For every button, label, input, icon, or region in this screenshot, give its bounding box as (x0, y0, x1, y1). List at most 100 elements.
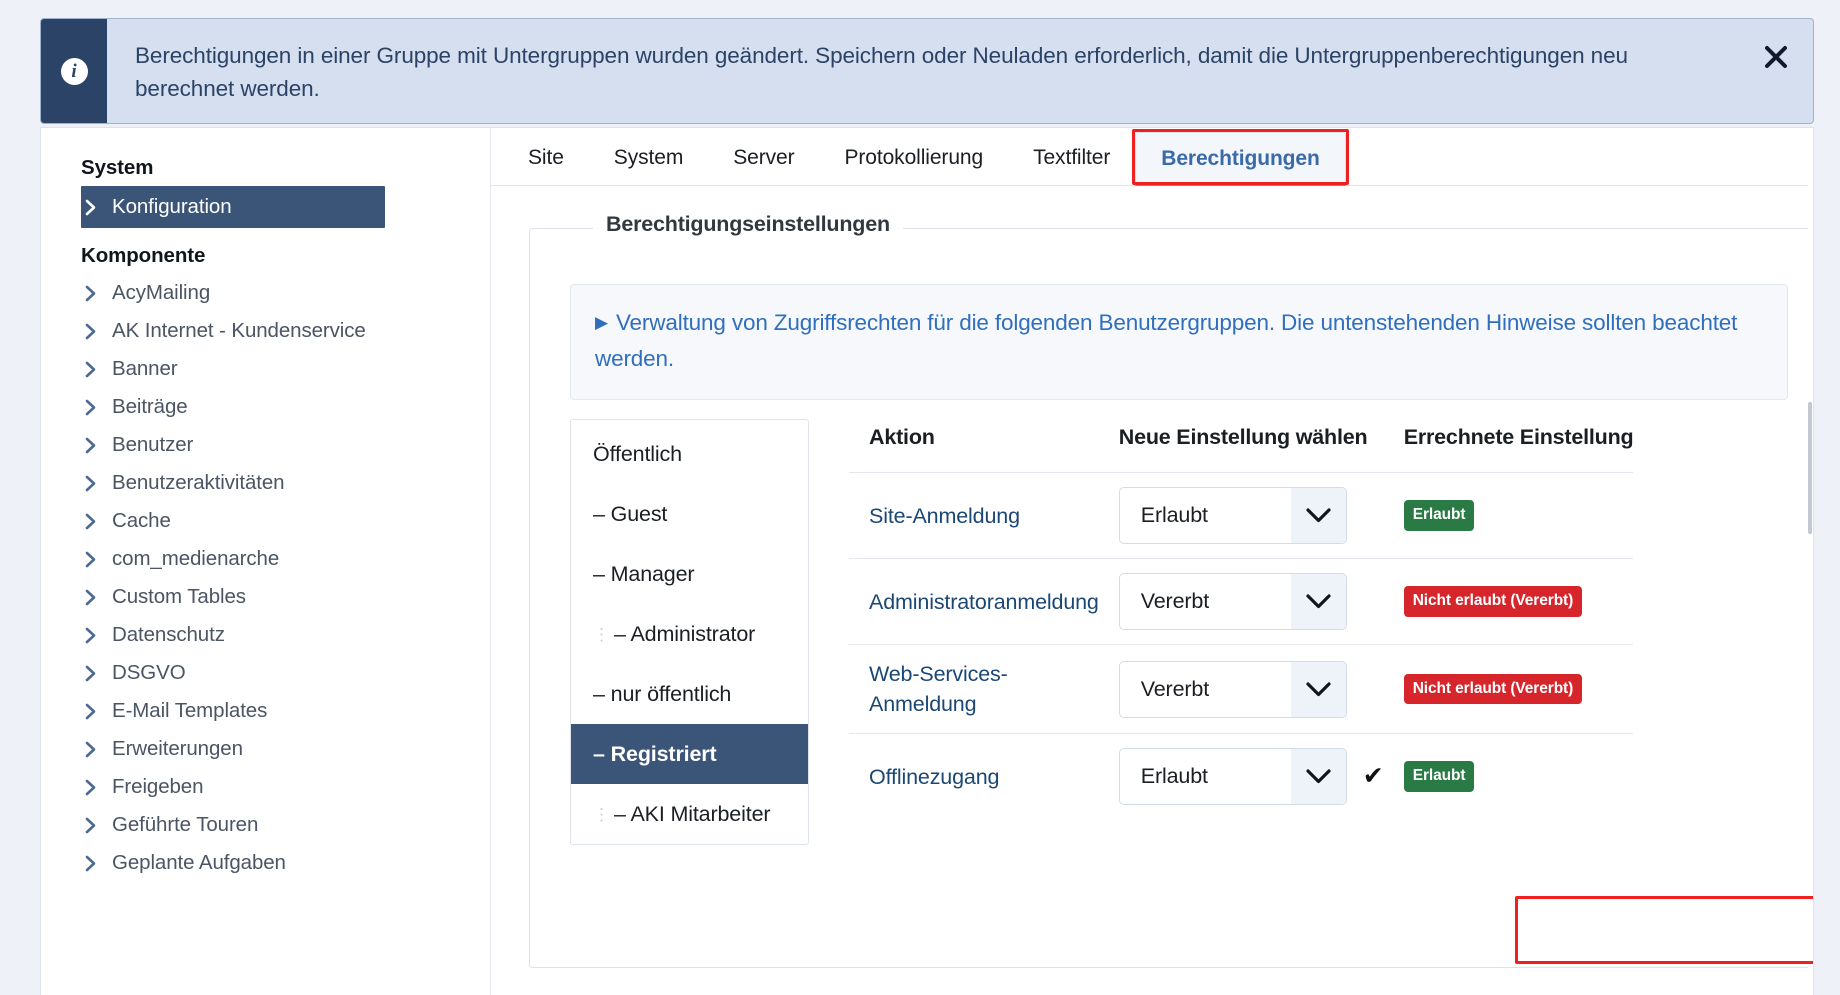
status-badge: Nicht erlaubt (Vererbt) (1404, 586, 1582, 617)
sidebar-item-benutzer[interactable]: Benutzer (41, 426, 490, 464)
action-label: Site-Anmeldung (849, 473, 1099, 559)
chevron-down-icon[interactable] (1291, 662, 1346, 717)
sidebar-item-konfiguration[interactable]: Konfiguration (81, 186, 385, 228)
sidebar-item-beitr-ge[interactable]: Beiträge (41, 388, 490, 426)
tab-label: System (614, 146, 683, 169)
tab-system[interactable]: System (589, 146, 708, 185)
scrollbar-thumb[interactable] (1808, 402, 1812, 534)
chevron-right-icon (85, 322, 99, 340)
drag-handle-icon[interactable]: ⋮ (593, 626, 607, 643)
actions-table-wrapper: Aktion Neue Einstellung wählen Errechnet… (809, 419, 1813, 845)
permissions-table: Aktion Neue Einstellung wählen Errechnet… (849, 419, 1633, 819)
chevron-right-icon (85, 588, 99, 606)
info-icon: i (61, 58, 88, 85)
table-row: Administratoranmeldung Vererbt Nicht erlau… (849, 559, 1633, 645)
page-left-gutter (0, 0, 40, 995)
calculated-setting-cell: Nicht erlaubt (Vererbt) (1384, 645, 1634, 734)
setting-control-wrap: Erlaubt ✔ (1119, 748, 1384, 805)
calculated-setting-cell: Erlaubt (1384, 734, 1634, 820)
sidebar-navigation: System Konfiguration Komponente AcyMaili… (41, 128, 491, 995)
alert-message: Berechtigungen in einer Gruppe mit Unter… (107, 19, 1739, 123)
chevron-down-icon[interactable] (1291, 488, 1346, 543)
main-card: System Konfiguration Komponente AcyMaili… (40, 127, 1814, 995)
sidebar-item-benutzeraktivit-ten[interactable]: Benutzeraktivitäten (41, 464, 490, 502)
tab-berechtigungen[interactable]: Berechtigungen (1135, 132, 1345, 186)
table-row: Site-Anmeldung Erlaubt Erlaubt (849, 473, 1633, 559)
sidebar-item-erweiterungen[interactable]: Erweiterungen (41, 730, 490, 768)
alert-icon-column: i (41, 19, 107, 123)
sidebar-component-list: AcyMailing AK Internet - KundenserviceBan… (41, 274, 490, 882)
sidebar-item-label: AcyMailing (112, 281, 210, 305)
calculated-setting-cell: Erlaubt (1384, 473, 1634, 559)
permission-select[interactable]: Vererbt (1119, 661, 1347, 718)
user-group-list: Öffentlich – Guest – Manager ⋮ – Administrat… (570, 419, 809, 845)
tab-label: Berechtigungen (1161, 147, 1319, 170)
group-item[interactable]: – nur öffentlich (571, 664, 808, 724)
sidebar-item-geplante-aufgaben[interactable]: Geplante Aufgaben (41, 844, 490, 882)
sidebar-item-label: com_medienarche (112, 547, 279, 571)
permission-select[interactable]: Vererbt (1119, 573, 1347, 630)
sidebar-heading-system: System (41, 150, 490, 186)
new-setting-cell: Erlaubt (1099, 473, 1384, 559)
sidebar-item-label: Geplante Aufgaben (112, 851, 286, 875)
page-right-gutter (1821, 0, 1840, 995)
sidebar-item-dsgvo[interactable]: DSGVO (41, 654, 490, 692)
saved-check-icon: ✔ (1363, 764, 1384, 789)
tab-server[interactable]: Server (708, 146, 819, 185)
chevron-right-icon (85, 474, 99, 492)
group-item[interactable]: – Guest (571, 484, 808, 544)
sidebar-item-gef-hrte-touren[interactable]: Geführte Touren (41, 806, 490, 844)
chevron-down-icon[interactable] (1291, 749, 1346, 804)
vertical-scrollbar[interactable] (1808, 128, 1813, 995)
table-row: OfflinezugangErlaubt✔Erlaubt (849, 734, 1633, 820)
permission-select[interactable]: Erlaubt (1119, 487, 1347, 544)
sidebar-item-com-medienarche[interactable]: com_medienarche (41, 540, 490, 578)
sidebar-item-custom-tables[interactable]: Custom Tables (41, 578, 490, 616)
sidebar-item-e-mail-templates[interactable]: E-Mail Templates (41, 692, 490, 730)
sidebar-item-datenschutz[interactable]: Datenschutz (41, 616, 490, 654)
permissions-body: Öffentlich – Guest – Manager ⋮ – Administrat… (570, 419, 1813, 845)
column-header-calculated-setting: Errechnete Einstellung (1384, 419, 1634, 473)
sidebar-item-label: Benutzer (112, 433, 193, 457)
setting-control-wrap: Erlaubt (1119, 509, 1347, 526)
new-setting-cell: Vererbt (1099, 559, 1384, 645)
chevron-right-icon (85, 816, 99, 834)
group-item-label: – Administrator (614, 622, 755, 647)
action-label: Offlinezugang (849, 734, 1099, 820)
sidebar-item-label: Custom Tables (112, 585, 246, 609)
group-item[interactable]: Öffentlich (571, 424, 808, 484)
action-label: Administratoranmeldung (849, 559, 1099, 645)
table-row: Web-Services-AnmeldungVererbtNicht erlau… (849, 645, 1633, 734)
column-header-new-setting: Neue Einstellung wählen (1099, 419, 1384, 473)
sidebar-item-ak-internet-kundenservice[interactable]: AK Internet - Kundenservice (41, 312, 490, 350)
drag-handle-icon[interactable]: ⋮ (593, 806, 607, 823)
config-tabbar: Site System Server Protokollierung Textfilte… (491, 128, 1813, 186)
chevron-down-icon[interactable] (1291, 574, 1346, 629)
system-message-alert: i Berechtigungen in einer Gruppe mit Unt… (40, 18, 1814, 124)
group-item[interactable]: ⋮ – Administrator (571, 604, 808, 664)
group-item-label: – Guest (593, 502, 667, 527)
sidebar-item-cache[interactable]: Cache (41, 502, 490, 540)
group-item-label: – Registriert (593, 742, 717, 767)
tab-label: Server (733, 146, 794, 169)
tab-textfilter[interactable]: Textfilter (1008, 146, 1135, 185)
triangle-right-icon: ▶ (595, 305, 608, 341)
sidebar-item-acymailing[interactable]: AcyMailing (41, 274, 490, 312)
tab-protokollierung[interactable]: Protokollierung (819, 146, 1008, 185)
group-item[interactable]: ⋮– AKI Mitarbeiter (571, 784, 808, 844)
sidebar-item-label: Cache (112, 509, 171, 533)
group-item[interactable]: – Registriert (571, 724, 808, 784)
tab-label: Protokollierung (844, 146, 983, 169)
tab-site[interactable]: Site (503, 146, 589, 185)
calculated-setting-cell: Nicht erlaubt (Vererbt) (1384, 559, 1634, 645)
chevron-right-icon (85, 198, 99, 216)
chevron-right-icon (85, 778, 99, 796)
sidebar-item-label: Datenschutz (112, 623, 225, 647)
chevron-right-icon (85, 664, 99, 682)
permission-select[interactable]: Erlaubt (1119, 748, 1347, 805)
sidebar-item-banner[interactable]: Banner (41, 350, 490, 388)
group-item[interactable]: – Manager (571, 544, 808, 604)
close-icon[interactable] (1739, 19, 1813, 123)
info-panel-message: Verwaltung von Zugriffsrechten für die f… (595, 310, 1737, 371)
sidebar-item-freigeben[interactable]: Freigeben (41, 768, 490, 806)
